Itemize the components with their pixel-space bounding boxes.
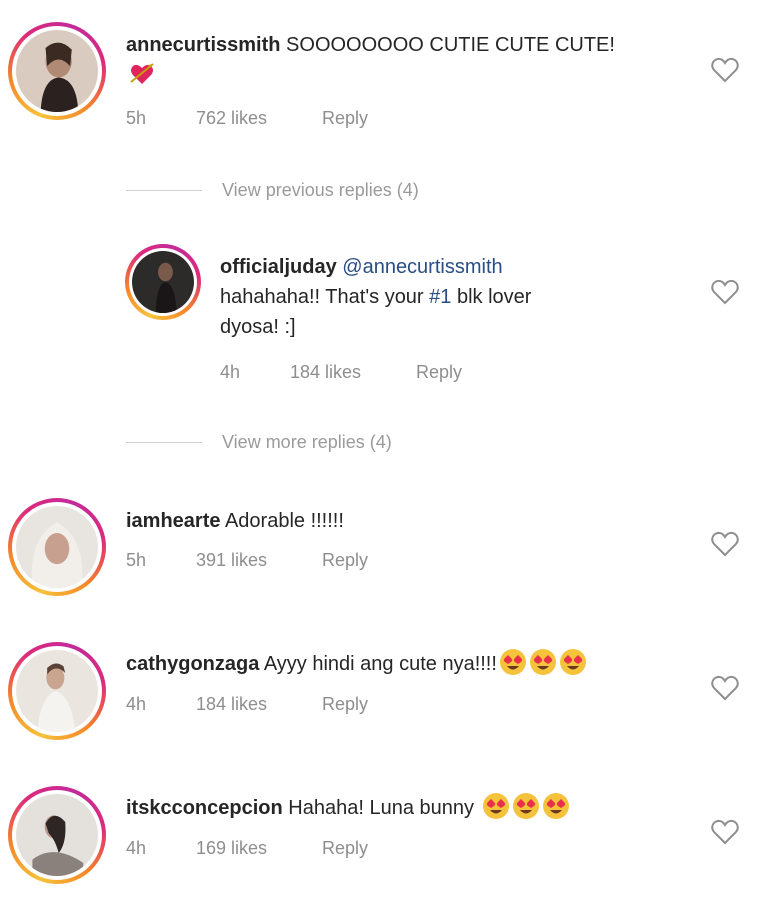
comment-text-line3: dyosa! :]: [220, 316, 296, 338]
comment-body: Adorable !!!!!!: [224, 510, 344, 532]
reply-button[interactable]: Reply: [416, 362, 462, 383]
avatar[interactable]: [8, 642, 106, 740]
reply-officialjuday: officialjuday @annecurtissmith hahahaha!…: [0, 236, 774, 396]
reply-button[interactable]: Reply: [322, 694, 368, 715]
reply-button[interactable]: Reply: [322, 838, 368, 859]
like-heart-icon[interactable]: [710, 278, 740, 306]
hashtag-link[interactable]: #1: [429, 286, 451, 308]
heart-eyes-emoji-icon: [499, 648, 527, 676]
like-heart-icon[interactable]: [710, 56, 740, 84]
divider: [126, 442, 202, 443]
comment-body: SOOOOOOOO CUTIE CUTE CUTE!: [286, 34, 615, 56]
heart-eyes-emoji-icon: [559, 648, 587, 676]
comment-meta: 4h 184 likes Reply: [126, 694, 368, 715]
comment-text: annecurtissmith SOOOOOOOO CUTIE CUTE CUT…: [126, 30, 686, 60]
heart-eyes-emoji-icon: [529, 648, 557, 676]
comment-text: cathygonzaga Ayyy hindi ang cute nya!!!!: [126, 648, 706, 679]
view-more-replies[interactable]: View more replies (4): [126, 432, 392, 453]
like-heart-icon[interactable]: [710, 674, 740, 702]
comment-meta: 5h 391 likes Reply: [126, 550, 368, 571]
comment-text-line1: officialjuday @annecurtissmith: [220, 252, 680, 282]
comment-meta: 5h 762 likes Reply: [126, 108, 368, 129]
timestamp: 5h: [126, 108, 147, 128]
like-count[interactable]: 169 likes: [196, 838, 322, 859]
avatar[interactable]: [8, 22, 106, 120]
mention-link[interactable]: @annecurtissmith: [342, 256, 502, 278]
avatar[interactable]: [125, 244, 201, 320]
comment-body: Ayyy hindi ang cute nya!!!!: [263, 653, 497, 675]
heart-arrow-emoji-icon: [128, 60, 156, 88]
heart-eyes-emoji-icon: [542, 792, 570, 820]
comment-annecurtissmith: annecurtissmith SOOOOOOOO CUTIE CUTE CUT…: [0, 0, 774, 150]
comment-text: itskcconcepcion Hahaha! Luna bunny: [126, 792, 706, 823]
timestamp: 5h: [126, 550, 147, 570]
username[interactable]: cathygonzaga: [126, 653, 259, 675]
comment-meta: 4h 169 likes Reply: [126, 838, 368, 859]
like-count[interactable]: 762 likes: [196, 108, 322, 129]
username[interactable]: itskcconcepcion: [126, 797, 283, 819]
comment-text-line2: hahahaha!! That's your #1 blk lover: [220, 286, 532, 308]
like-heart-icon[interactable]: [710, 530, 740, 558]
timestamp: 4h: [126, 694, 147, 714]
heart-eyes-emoji-icon: [512, 792, 540, 820]
comment-text: iamhearte Adorable !!!!!!: [126, 506, 686, 536]
username[interactable]: officialjuday: [220, 256, 337, 278]
avatar[interactable]: [8, 786, 106, 884]
username[interactable]: annecurtissmith: [126, 34, 280, 56]
view-previous-replies[interactable]: View previous replies (4): [126, 180, 419, 201]
divider: [126, 190, 202, 191]
comment-itskcconcepcion: itskcconcepcion Hahaha! Luna bunny 4h 16…: [0, 780, 774, 900]
comment-iamhearte: iamhearte Adorable !!!!!! 5h 391 likes R…: [0, 490, 774, 610]
avatar[interactable]: [8, 498, 106, 596]
reply-button[interactable]: Reply: [322, 550, 368, 571]
emoji-line: [126, 60, 686, 91]
timestamp: 4h: [126, 838, 147, 858]
heart-eyes-emoji-icon: [482, 792, 510, 820]
reply-button[interactable]: Reply: [322, 108, 368, 129]
comment-meta: 4h 184 likes Reply: [220, 362, 462, 383]
like-count[interactable]: 391 likes: [196, 550, 322, 571]
comment-body: Hahaha! Luna bunny: [288, 797, 474, 819]
like-heart-icon[interactable]: [710, 818, 740, 846]
comment-cathygonzaga: cathygonzaga Ayyy hindi ang cute nya!!!!…: [0, 636, 774, 756]
like-count[interactable]: 184 likes: [290, 362, 416, 383]
like-count[interactable]: 184 likes: [196, 694, 322, 715]
username[interactable]: iamhearte: [126, 510, 221, 532]
timestamp: 4h: [220, 362, 241, 382]
